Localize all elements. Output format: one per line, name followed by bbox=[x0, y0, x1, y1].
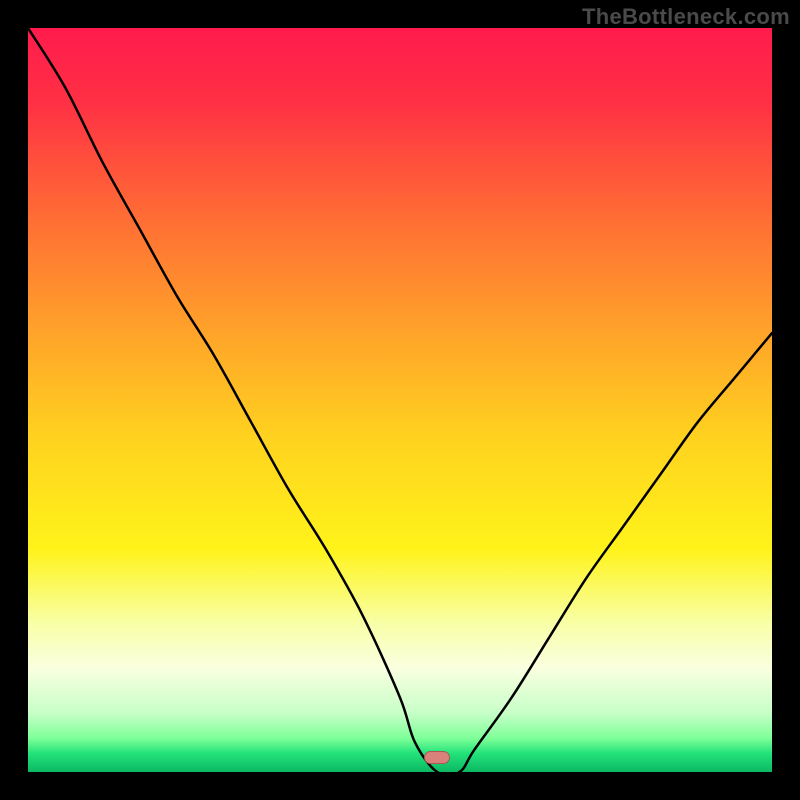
plot-svg bbox=[28, 28, 772, 772]
watermark-text: TheBottleneck.com bbox=[582, 4, 790, 30]
gradient-background bbox=[28, 28, 772, 772]
chart-frame: TheBottleneck.com bbox=[0, 0, 800, 800]
optimal-marker bbox=[424, 751, 450, 764]
plot-area bbox=[28, 28, 772, 772]
